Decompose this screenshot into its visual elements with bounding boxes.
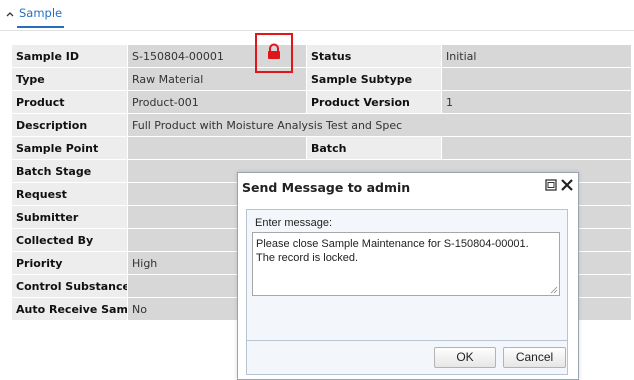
- field-label: Batch Stage: [11, 159, 128, 183]
- field-label: Status: [306, 44, 442, 68]
- section-tab-sample[interactable]: Sample: [17, 6, 65, 28]
- field-label: Control Substance: [11, 274, 128, 298]
- field-label: Submitter: [11, 205, 128, 229]
- product-version-value: 1: [441, 90, 632, 114]
- field-label: Description: [11, 113, 128, 137]
- send-message-dialog: Send Message to admin Enter message: Ple…: [237, 172, 579, 380]
- batch-value: [441, 136, 632, 160]
- field-label: Sample Point: [11, 136, 128, 160]
- table-row: Sample ID S-150804-00001 Status Initial: [11, 44, 632, 68]
- chevron-up-icon[interactable]: [5, 9, 15, 19]
- product-value: Product-001: [127, 90, 307, 114]
- message-label: Enter message:: [255, 217, 333, 229]
- field-label: Sample ID: [11, 44, 128, 68]
- sample-subtype-value: [441, 67, 632, 91]
- dialog-title: Send Message to admin: [242, 180, 411, 195]
- field-label: Product: [11, 90, 128, 114]
- cancel-button[interactable]: Cancel: [503, 347, 566, 368]
- message-line: The record is locked.: [256, 252, 359, 264]
- field-label: Batch: [306, 136, 442, 160]
- field-label: Product Version: [306, 90, 442, 114]
- lock-indicator[interactable]: [255, 33, 293, 73]
- table-row: Description Full Product with Moisture A…: [11, 113, 632, 137]
- description-value: Full Product with Moisture Analysis Test…: [127, 113, 632, 137]
- field-label: Collected By: [11, 228, 128, 252]
- message-textarea[interactable]: Please close Sample Maintenance for S-15…: [252, 232, 560, 296]
- table-row: Sample Point Batch: [11, 136, 632, 160]
- field-label: Auto Receive Sample: [11, 297, 128, 321]
- sample-point-value: [127, 136, 307, 160]
- table-row: Type Raw Material Sample Subtype: [11, 67, 632, 91]
- section-header: Sample: [0, 0, 634, 31]
- resize-grip-icon[interactable]: [550, 286, 558, 294]
- dialog-body: Enter message: Please close Sample Maint…: [246, 209, 568, 341]
- lock-icon: [268, 43, 280, 59]
- field-label: Request: [11, 182, 128, 206]
- field-label: Type: [11, 67, 128, 91]
- close-icon[interactable]: [560, 178, 574, 192]
- status-value: Initial: [441, 44, 632, 68]
- message-line: Please close Sample Maintenance for S-15…: [256, 238, 529, 250]
- table-row: Product Product-001 Product Version 1: [11, 90, 632, 114]
- maximize-icon[interactable]: [545, 179, 557, 191]
- field-label: Priority: [11, 251, 128, 275]
- field-label: Sample Subtype: [306, 67, 442, 91]
- ok-button[interactable]: OK: [434, 347, 496, 368]
- dialog-footer: OK Cancel: [246, 341, 568, 375]
